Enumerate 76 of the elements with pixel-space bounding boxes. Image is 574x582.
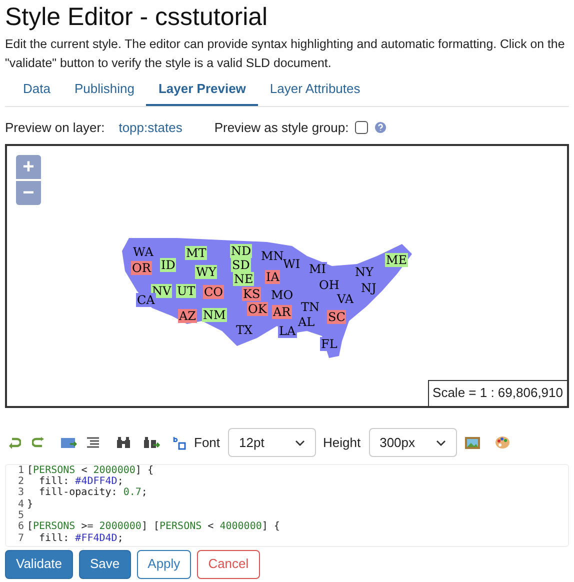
state-label: ME bbox=[385, 252, 408, 266]
height-label: Height bbox=[323, 434, 361, 452]
binoculars-icon[interactable] bbox=[117, 437, 130, 448]
binoculars-arrow-icon[interactable] bbox=[144, 436, 160, 448]
state-label: ID bbox=[160, 258, 176, 272]
font-label: Font bbox=[194, 434, 220, 452]
state-label: IA bbox=[265, 270, 280, 284]
state-label: SD bbox=[231, 258, 251, 272]
code-line: [PERSONS < 2000000] { bbox=[27, 464, 154, 476]
code-line: fill: #4DFF4D; bbox=[38, 476, 124, 487]
state-label: MN bbox=[260, 248, 285, 262]
state-label: ND bbox=[230, 244, 252, 258]
line-number: 4 bbox=[16, 498, 24, 510]
layer-link[interactable]: topp:states bbox=[118, 118, 182, 138]
line-number: 5 bbox=[16, 510, 24, 522]
code-line: [PERSONS >= 2000000] [PERSONS < 4000000] { bbox=[27, 521, 280, 533]
line-number: 1 bbox=[16, 464, 24, 476]
action-button[interactable]: Cancel bbox=[197, 550, 260, 578]
state-label: WY bbox=[195, 264, 218, 278]
action-button[interactable]: Save bbox=[79, 550, 131, 578]
code-editor[interactable]: 1 [PERSONS < 2000000] { 2 fill: #4DFF4D; 3 fill-opacity: 0.7; 4 } 5 6 [PERSONS >= 2000000] [PERSONS < 4000000] { 7 fill: #FF4D4D; bbox=[5, 464, 569, 546]
state-label: TX bbox=[235, 322, 254, 336]
description: Edit the current style. The editor can provide syntax highlighting and automatic formatting. Click on the "validate" button to verify the style is a valid SLD document. bbox=[5, 36, 566, 72]
state-label: FL bbox=[320, 336, 338, 350]
state-label: KS bbox=[242, 286, 262, 300]
code-line: fill-opacity: 0.7; bbox=[38, 487, 148, 499]
preview-layer-label: Preview on layer: bbox=[5, 118, 105, 137]
state-label: AZ bbox=[178, 308, 198, 322]
state-label: TN bbox=[300, 300, 321, 314]
action-button[interactable]: Apply bbox=[136, 550, 192, 578]
page-title: Style Editor - csstutorial bbox=[5, 2, 269, 32]
state-label: MT bbox=[185, 246, 208, 260]
state-label: UT bbox=[176, 284, 196, 298]
line-number: 3 bbox=[16, 487, 24, 499]
height-select[interactable]: 300px bbox=[368, 428, 457, 457]
state-label: MI bbox=[308, 262, 328, 276]
help-icon[interactable] bbox=[374, 122, 386, 133]
redo-icon[interactable] bbox=[32, 436, 45, 448]
state-label: WA bbox=[132, 244, 154, 258]
style-group-checkbox[interactable] bbox=[354, 121, 368, 134]
tab[interactable]: Layer Preview bbox=[146, 79, 258, 106]
state-label: OH bbox=[318, 278, 340, 292]
state-label: AL bbox=[297, 314, 316, 328]
code-line: } bbox=[27, 498, 34, 510]
code-line: fill: #FF4D4D; bbox=[38, 532, 124, 544]
font-select[interactable]: 12pt bbox=[228, 428, 316, 457]
replace-icon[interactable] bbox=[172, 436, 186, 450]
state-label: NJ bbox=[360, 280, 378, 294]
line-number: 2 bbox=[16, 476, 24, 488]
picture-icon[interactable] bbox=[464, 436, 480, 448]
lines-icon[interactable] bbox=[87, 436, 99, 448]
state-label: OK bbox=[247, 302, 268, 316]
scale-label: Scale = 1 : 69,806,910 bbox=[428, 380, 567, 406]
state-label: CA bbox=[136, 292, 156, 306]
chevron-icon bbox=[436, 440, 446, 446]
style-group-label: Preview as style group: bbox=[214, 118, 349, 137]
chevron-icon bbox=[295, 440, 306, 446]
state-label: AR bbox=[272, 304, 292, 318]
state-label: VA bbox=[336, 292, 355, 306]
state-label: MO bbox=[270, 288, 294, 302]
state-label: SC bbox=[327, 310, 346, 324]
state-label: LA bbox=[278, 324, 297, 338]
tab[interactable]: Data bbox=[11, 79, 62, 106]
tab[interactable]: Publishing bbox=[62, 79, 146, 106]
state-label: NM bbox=[202, 308, 227, 322]
line-number: 7 bbox=[16, 532, 24, 544]
state-label: CO bbox=[203, 284, 224, 298]
tab[interactable]: Layer Attributes bbox=[258, 79, 372, 106]
state-label: WI bbox=[282, 256, 302, 270]
action-button[interactable]: Validate bbox=[5, 550, 74, 578]
palette-icon[interactable] bbox=[494, 436, 510, 449]
line-number: 6 bbox=[16, 521, 24, 533]
state-label: NE bbox=[233, 272, 254, 286]
state-label: OR bbox=[131, 260, 152, 274]
state-label: NY bbox=[354, 264, 374, 278]
undo-icon[interactable] bbox=[8, 436, 21, 448]
